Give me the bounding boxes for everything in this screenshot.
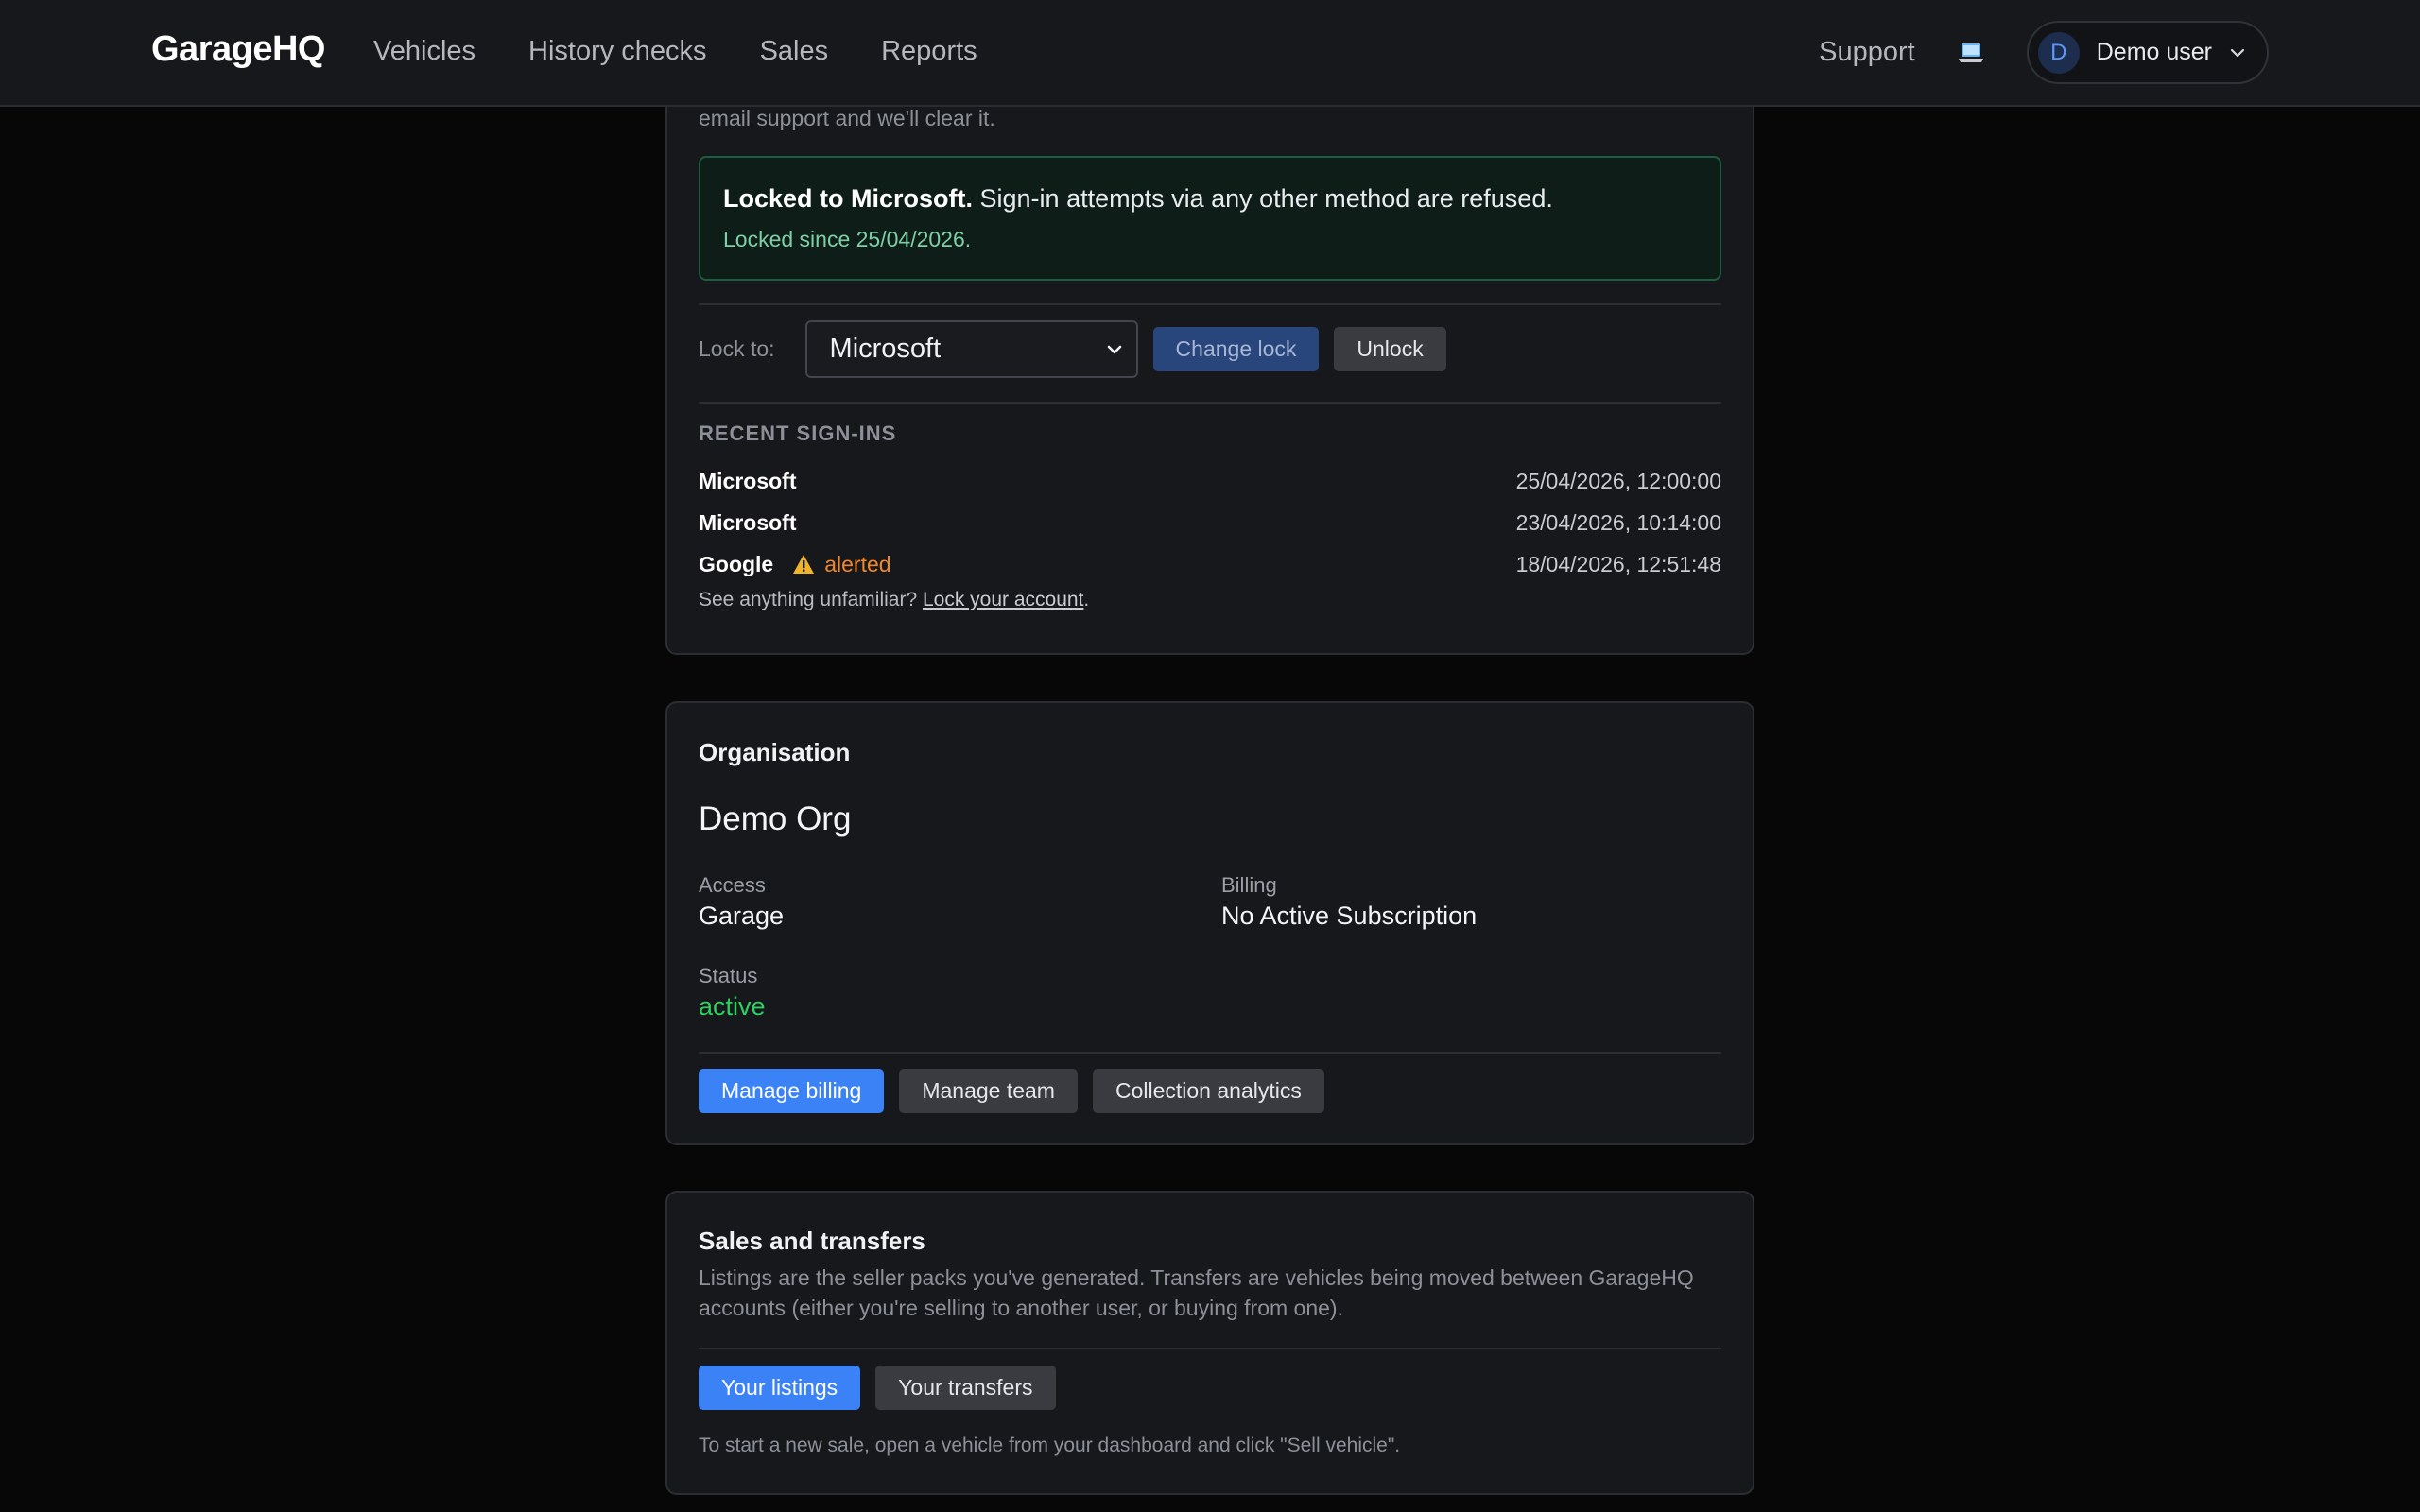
brand-logo[interactable]: GarageHQ [151,29,325,70]
signin-time: 23/04/2026, 10:14:00 [1515,509,1721,535]
access-value: Garage [699,902,785,930]
lock-method-value: Microsoft [829,334,942,364]
divider [699,402,1721,404]
user-menu-button[interactable]: D Demo user [2026,21,2269,84]
user-name: Demo user [2096,39,2212,65]
tab-your-transfers[interactable]: Your transfers [875,1366,1056,1410]
nav-link-sales[interactable]: Sales [760,36,829,67]
sales-card: Sales and transfers Listings are the sel… [666,1191,1754,1495]
lock-account-link[interactable]: Lock your account [923,589,1083,610]
manage-team-button[interactable]: Manage team [899,1069,1078,1113]
signin-method-wrap: Google alerted [699,552,891,577]
unfamiliar-note: See anything unfamiliar? Lock your accou… [699,589,1089,611]
manage-billing-button[interactable]: Manage billing [699,1069,885,1113]
billing-value: No Active Subscription [1221,902,1478,930]
lock-method-select[interactable]: Microsoft [804,320,1138,378]
signin-row: Microsoft 23/04/2026, 10:14:00 [699,506,1721,540]
access-label: Access [699,873,766,897]
status-badge: active [699,992,766,1021]
divider [699,1052,1721,1054]
sales-description: Listings are the seller packs you've gen… [699,1265,1694,1320]
org-name: Demo Org [699,800,852,837]
unlock-button[interactable]: Unlock [1334,327,1446,371]
signin-method: Google [699,551,774,576]
warning-icon [793,555,815,574]
collection-analytics-button[interactable]: Collection analytics [1092,1069,1324,1113]
lock-alert-title: Locked to Microsoft. [723,184,974,213]
change-lock-button[interactable]: Change lock [1152,327,1320,371]
sales-hint: To start a new sale, open a vehicle from… [699,1435,1401,1456]
signin-time: 25/04/2026, 12:00:00 [1515,468,1721,493]
signin-row: Microsoft 25/04/2026, 12:00:00 [699,464,1721,498]
chevron-down-icon [1107,345,1121,353]
unfamiliar-prefix: See anything unfamiliar? [699,589,923,610]
signin-alert-flag: alerted [792,551,891,577]
laptop-icon[interactable] [1957,39,1985,67]
billing-field: Billing No Active Subscription [1221,873,1477,931]
signin-time: 18/04/2026, 12:51:48 [1515,551,1721,576]
lock-controls: Lock to: Microsoft Change lock Unlock [699,320,1446,378]
divider [699,1348,1721,1349]
signin-method: Microsoft [699,509,797,535]
lock-to-label: Lock to: [699,336,775,361]
main-nav: Vehicles History checks Sales Reports [373,36,977,67]
billing-label: Billing [1221,873,1277,897]
organisation-actions: Manage billing Manage team Collection an… [699,1069,1324,1113]
organisation-title: Organisation [699,738,851,766]
nav-link-reports[interactable]: Reports [881,36,977,67]
access-field: Access Garage [699,873,784,931]
nav-link-history-checks[interactable]: History checks [528,36,707,67]
lock-alert-message: Sign-in attempts via any other method ar… [973,184,1553,213]
avatar: D [2037,31,2080,74]
lock-status-alert: Locked to Microsoft. Sign-in attempts vi… [699,156,1721,281]
chevron-down-icon [2230,48,2245,57]
divider [699,303,1721,305]
status-label: Status [699,964,758,988]
organisation-card: Organisation Demo Org Access Garage Bill… [666,701,1754,1145]
sales-tabs: Your listings Your transfers [699,1366,1056,1410]
security-intro-text: email support and we'll clear it. [699,106,995,130]
nav-right: Support D Demo user [1819,21,2269,84]
signin-method: Microsoft [699,468,797,493]
signin-alert-text: alerted [824,551,891,576]
status-field: Status active [699,964,766,1022]
tab-your-listings[interactable]: Your listings [699,1366,861,1410]
recent-signins-heading: RECENT SIGN-INS [699,421,897,445]
nav-link-support[interactable]: Support [1819,37,1915,68]
top-navbar: GarageHQ Vehicles History checks Sales R… [0,0,2420,107]
sales-title: Sales and transfers [699,1227,925,1255]
signin-row: Google alerted 18/04/2026, 12:51:48 [699,547,1721,581]
nav-link-vehicles[interactable]: Vehicles [373,36,475,67]
lock-alert-since: Locked since 25/04/2026. [723,227,972,251]
unfamiliar-suffix: . [1083,589,1090,610]
